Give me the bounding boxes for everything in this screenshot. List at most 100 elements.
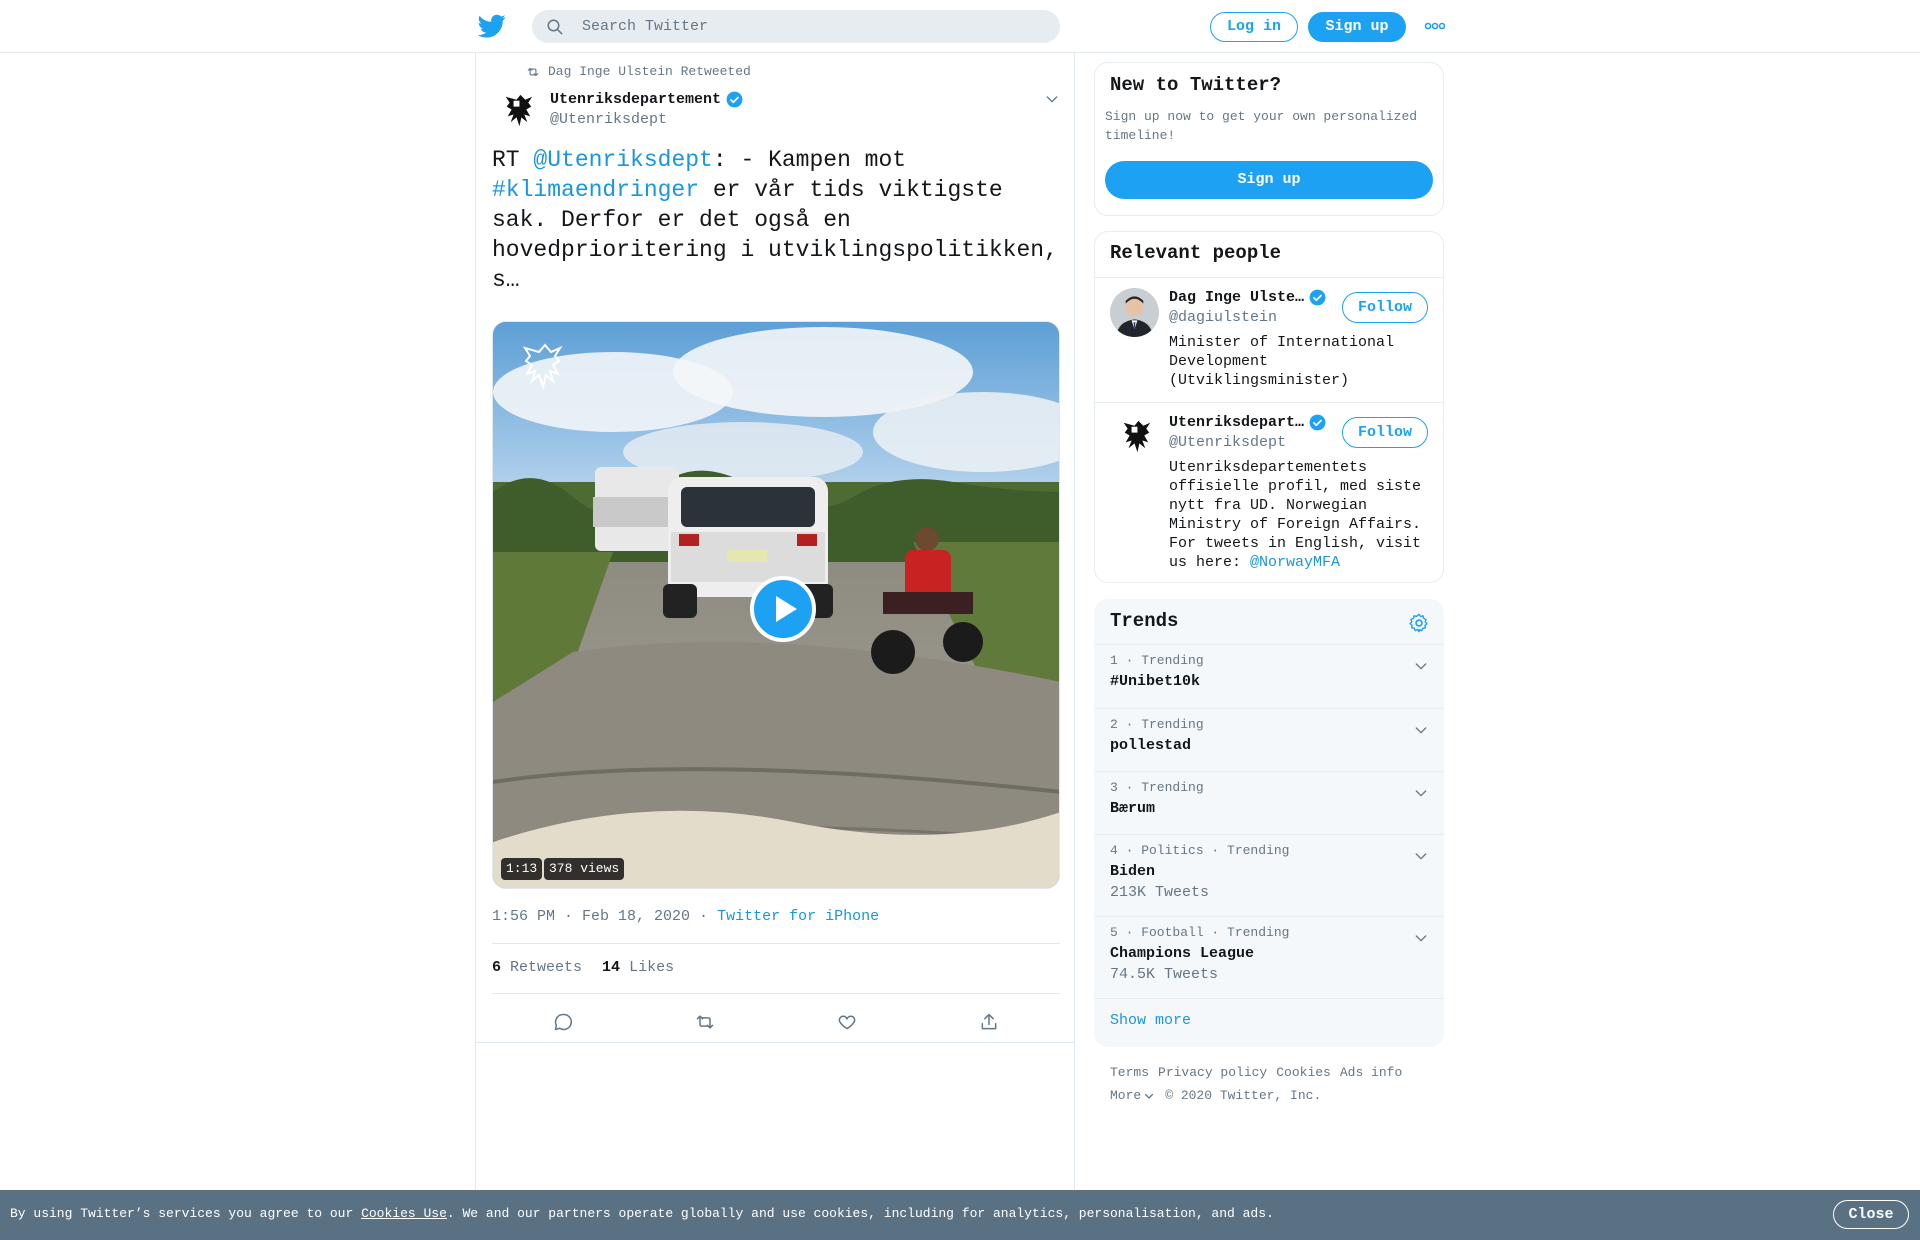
tweet-text-part1: : - Kampen mot bbox=[712, 147, 907, 173]
timestamp-separator: · bbox=[690, 908, 718, 925]
author-name-text[interactable]: Utenriksdepartement bbox=[550, 91, 721, 108]
divider bbox=[476, 1042, 1074, 1043]
chevron-down-icon[interactable] bbox=[1413, 848, 1429, 864]
tweet-stats: 6 Retweets 14 Likes bbox=[492, 959, 674, 976]
retweets-count: 6 bbox=[492, 959, 502, 976]
trend-name[interactable]: Bærum bbox=[1110, 800, 1155, 817]
bio-mention-link[interactable]: @NorwayMFA bbox=[1250, 554, 1340, 571]
follow-button[interactable]: Follow bbox=[1342, 417, 1428, 448]
person-name-text[interactable]: Utenriksdepart… bbox=[1169, 414, 1304, 431]
search-bar[interactable]: Search Twitter bbox=[532, 10, 1060, 43]
share-icon bbox=[981, 1013, 997, 1030]
search-icon bbox=[547, 19, 563, 35]
verified-badge-icon bbox=[1309, 289, 1326, 306]
gear-icon[interactable] bbox=[1408, 612, 1430, 634]
trend-name[interactable]: Biden bbox=[1110, 863, 1155, 880]
video-duration-badge: 1:13 bbox=[501, 858, 543, 880]
chevron-down-icon[interactable] bbox=[1044, 91, 1060, 107]
retweeted-by-label[interactable]: Dag Inge Ulstein Retweeted bbox=[548, 64, 751, 79]
retweets-label: Retweets bbox=[510, 959, 583, 976]
sidebar-signup-button[interactable]: Sign up bbox=[1105, 161, 1433, 199]
trend-meta: 5 · Football · Trending bbox=[1110, 925, 1290, 940]
likes-stat[interactable]: 14 Likes bbox=[602, 959, 674, 976]
cookie-text-before: By using Twitter’s services you agree to… bbox=[10, 1206, 362, 1221]
new-to-twitter-card: New to Twitter? Sign up now to get your … bbox=[1094, 62, 1444, 216]
chevron-down-icon[interactable] bbox=[1413, 785, 1429, 801]
tweet-timestamp[interactable]: 1:56 PM · Feb 18, 2020 bbox=[492, 908, 690, 925]
trend-meta: 1 · Trending bbox=[1110, 653, 1204, 668]
reply-icon bbox=[554, 1013, 572, 1031]
relevant-people-card: Relevant people Dag Inge Ulste… @dagiuls… bbox=[1094, 231, 1444, 583]
tweet-source-link[interactable]: Twitter for iPhone bbox=[717, 908, 879, 925]
heart-icon bbox=[838, 1015, 856, 1030]
search-input[interactable]: Search Twitter bbox=[582, 18, 708, 35]
footer-more-label[interactable]: More bbox=[1110, 1088, 1141, 1103]
retweets-stat[interactable]: 6 Retweets bbox=[492, 959, 582, 976]
trend-meta: 4 · Politics · Trending bbox=[1110, 843, 1290, 858]
footer-link-cookies[interactable]: Cookies bbox=[1276, 1065, 1331, 1080]
trend-name[interactable]: pollestad bbox=[1110, 737, 1191, 754]
footer-link-terms[interactable]: Terms bbox=[1110, 1065, 1149, 1080]
ud-watermark-icon bbox=[522, 343, 563, 391]
chevron-down-icon[interactable] bbox=[1413, 722, 1429, 738]
likes-label: Likes bbox=[629, 959, 675, 976]
reply-button[interactable] bbox=[492, 1007, 634, 1037]
person-item[interactable]: Dag Inge Ulste… @dagiulstein Minister of… bbox=[1095, 278, 1443, 402]
trend-item[interactable]: 1 · Trending #Unibet10k bbox=[1095, 645, 1443, 709]
signup-button[interactable]: Sign up bbox=[1308, 12, 1406, 42]
person-name[interactable]: Dag Inge Ulste… bbox=[1169, 288, 1327, 307]
footer-link-ads-info[interactable]: Ads info bbox=[1340, 1065, 1402, 1080]
cookie-consent-bar: By using Twitter’s services you agree to… bbox=[0, 1190, 1920, 1240]
follow-button[interactable]: Follow bbox=[1342, 292, 1428, 323]
video-player[interactable]: 1:13 378 views bbox=[492, 321, 1060, 889]
tweet-text: RT @Utenriksdept: - Kampen mot #klimaend… bbox=[492, 145, 1067, 295]
trend-name[interactable]: #Unibet10k bbox=[1110, 673, 1200, 690]
retweet-button[interactable] bbox=[634, 1007, 776, 1037]
like-button[interactable] bbox=[776, 1007, 918, 1037]
tweet-column: Dag Inge Ulstein Retweeted Utenriksdepar… bbox=[475, 53, 1075, 1192]
trend-meta: 3 · Trending bbox=[1110, 780, 1204, 795]
hashtag-link[interactable]: #klimaendringer bbox=[492, 177, 699, 203]
person-avatar[interactable] bbox=[1110, 413, 1159, 462]
tweet-actions bbox=[492, 1007, 1060, 1037]
login-button[interactable]: Log in bbox=[1210, 12, 1298, 42]
cookies-use-link[interactable]: Cookies Use bbox=[361, 1206, 447, 1221]
twitter-logo-icon[interactable] bbox=[477, 12, 507, 40]
chevron-down-icon[interactable] bbox=[1413, 658, 1429, 674]
author-handle[interactable]: @Utenriksdept bbox=[550, 111, 667, 128]
relevant-people-title: Relevant people bbox=[1110, 242, 1282, 264]
person-handle[interactable]: @Utenriksdept bbox=[1169, 434, 1286, 451]
person-avatar[interactable] bbox=[1110, 288, 1159, 337]
author-name[interactable]: Utenriksdepartement bbox=[550, 90, 744, 109]
retweet-icon bbox=[696, 1015, 714, 1029]
trend-name[interactable]: Champions League bbox=[1110, 945, 1254, 962]
chevron-down-icon[interactable] bbox=[1413, 930, 1429, 946]
new-to-twitter-title: New to Twitter? bbox=[1110, 74, 1282, 96]
trend-item[interactable]: 5 · Football · Trending Champions League… bbox=[1095, 917, 1443, 999]
play-icon[interactable] bbox=[750, 576, 816, 642]
trend-item[interactable]: 3 · Trending Bærum bbox=[1095, 772, 1443, 835]
show-more-link[interactable]: Show more bbox=[1110, 1012, 1191, 1029]
person-name-text[interactable]: Dag Inge Ulste… bbox=[1169, 289, 1304, 306]
retweet-context: Dag Inge Ulstein Retweeted bbox=[526, 64, 751, 79]
copyright: © 2020 Twitter, Inc. bbox=[1165, 1088, 1322, 1103]
person-handle[interactable]: @dagiulstein bbox=[1169, 309, 1277, 326]
footer-row: More © 2020 Twitter, Inc. bbox=[1110, 1088, 1321, 1103]
share-button[interactable] bbox=[918, 1007, 1060, 1037]
trends-title: Trends bbox=[1110, 610, 1179, 632]
trend-item[interactable]: 2 · Trending pollestad bbox=[1095, 709, 1443, 772]
footer-more-menu[interactable]: More bbox=[1110, 1088, 1155, 1103]
tweet-timestamp-row: 1:56 PM · Feb 18, 2020 · Twitter for iPh… bbox=[492, 908, 879, 925]
divider bbox=[492, 943, 1060, 944]
retweet-icon bbox=[527, 67, 539, 76]
footer-link-privacy[interactable]: Privacy policy bbox=[1158, 1065, 1267, 1080]
close-cookie-button[interactable]: Close bbox=[1833, 1200, 1909, 1229]
trend-tweet-count: 213K Tweets bbox=[1110, 884, 1210, 901]
more-options-icon[interactable] bbox=[1424, 18, 1446, 34]
mention-link[interactable]: @Utenriksdept bbox=[533, 147, 712, 173]
author-avatar[interactable] bbox=[492, 87, 541, 136]
video-views-badge: 378 views bbox=[544, 858, 625, 880]
person-item[interactable]: Utenriksdepart… @Utenriksdept Utenriksde… bbox=[1095, 403, 1443, 582]
person-name[interactable]: Utenriksdepart… bbox=[1169, 413, 1327, 432]
trend-item[interactable]: 4 · Politics · Trending Biden 213K Tweet… bbox=[1095, 835, 1443, 917]
